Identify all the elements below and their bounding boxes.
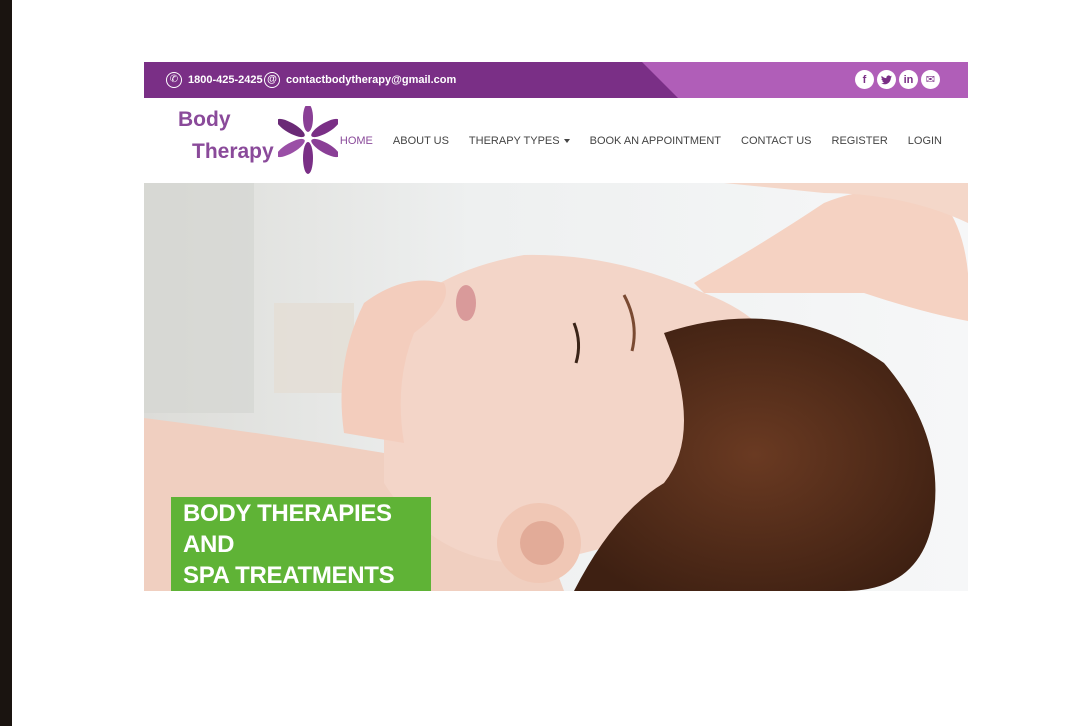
twitter-icon[interactable] <box>877 70 896 89</box>
hero-banner: BODY THERAPIES AND SPA TREATMENTS <box>144 183 968 591</box>
phone-number: 1800-425-2425 <box>188 74 263 86</box>
nav-register[interactable]: REGISTER <box>832 135 888 147</box>
social-links: f in ✉ <box>855 70 940 89</box>
hero-caption-line2: SPA TREATMENTS <box>183 561 395 589</box>
logo[interactable]: Body Therapy <box>178 106 338 176</box>
site-header: Body Therapy HOME ABOUT US THERAPY TYPES… <box>144 98 968 183</box>
left-edge-bar <box>0 0 12 726</box>
hero-caption-text: BODY THERAPIES AND SPA TREATMENTS <box>183 498 431 591</box>
phone-contact[interactable]: ✆ 1800-425-2425 <box>166 62 263 98</box>
nav-login[interactable]: LOGIN <box>908 135 942 147</box>
top-contact-bar: ✆ 1800-425-2425 @ contactbodytherapy@gma… <box>144 62 968 98</box>
nav-book-appointment[interactable]: BOOK AN APPOINTMENT <box>590 135 721 147</box>
hero-caption: BODY THERAPIES AND SPA TREATMENTS <box>171 497 431 591</box>
linkedin-icon[interactable]: in <box>899 70 918 89</box>
nav-home[interactable]: HOME <box>340 135 373 147</box>
email-address: contactbodytherapy@gmail.com <box>286 74 457 86</box>
phone-icon: ✆ <box>166 72 182 88</box>
hero-caption-line1: BODY THERAPIES AND <box>183 499 392 558</box>
nav-about-us[interactable]: ABOUT US <box>393 135 449 147</box>
flower-icon <box>278 106 338 174</box>
at-icon: @ <box>264 72 280 88</box>
main-nav: HOME ABOUT US THERAPY TYPES BOOK AN APPO… <box>340 98 942 183</box>
logo-text-therapy: Therapy <box>192 140 274 163</box>
website: ✆ 1800-425-2425 @ contactbodytherapy@gma… <box>144 62 968 591</box>
nav-therapy-types-label: THERAPY TYPES <box>468 134 560 147</box>
chevron-down-icon <box>563 138 570 143</box>
nav-contact-us[interactable]: CONTACT US <box>741 135 812 147</box>
email-contact[interactable]: @ contactbodytherapy@gmail.com <box>264 62 456 98</box>
logo-text-body: Body <box>178 108 231 131</box>
facebook-icon[interactable]: f <box>855 70 874 89</box>
nav-therapy-types[interactable]: THERAPY TYPES <box>469 135 570 147</box>
mail-icon[interactable]: ✉ <box>921 70 940 89</box>
